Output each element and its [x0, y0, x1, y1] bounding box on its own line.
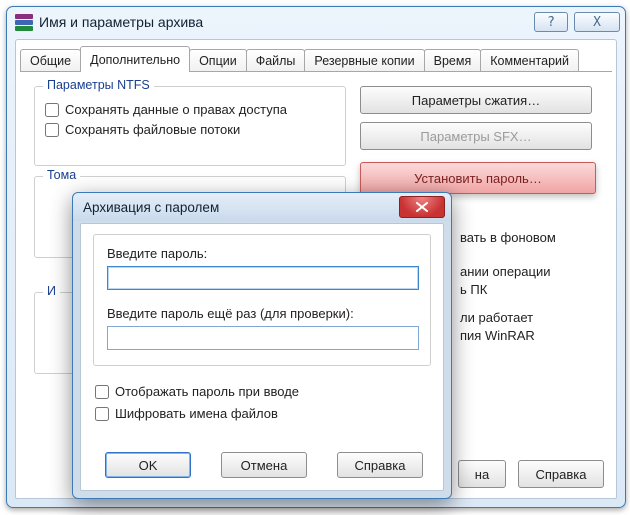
tabstrip: Общие Дополнительно Опции Файлы Резервны… [16, 40, 616, 72]
close-icon [416, 202, 428, 212]
tab-backup[interactable]: Резервные копии [304, 49, 424, 72]
checkbox-show-password-box[interactable] [95, 385, 109, 399]
ok-button[interactable]: OK [105, 452, 191, 478]
group-volumes-legend: Тома [43, 168, 80, 182]
window-title: Имя и параметры архива [39, 14, 528, 30]
password-title: Архивация с паролем [83, 200, 399, 215]
enter-password-label: Введите пароль: [107, 246, 207, 261]
password-confirm-input[interactable] [107, 326, 419, 350]
password-dialog: Архивация с паролем Введите пароль: Введ… [72, 192, 452, 499]
password-titlebar[interactable]: Архивация с паролем [73, 193, 451, 221]
group-ntfs-legend: Параметры NTFS [43, 78, 154, 92]
tab-files[interactable]: Файлы [246, 49, 306, 72]
cancel-button[interactable]: Отмена [221, 452, 307, 478]
help-button[interactable]: ? [534, 12, 568, 32]
tab-comment[interactable]: Комментарий [480, 49, 579, 72]
close-button[interactable]: X [574, 12, 620, 32]
confirm-password-label: Введите пароль ещё раз (для проверки): [107, 306, 354, 321]
tab-advanced[interactable]: Дополнительно [80, 46, 190, 72]
password-input[interactable] [107, 266, 419, 290]
checkbox-encrypt-names-box[interactable] [95, 407, 109, 421]
set-password-button[interactable]: Установить пароль… [360, 162, 596, 194]
op-text-fragment-2: ь ПК [460, 282, 487, 297]
sfx-params-button: Параметры SFX… [360, 122, 592, 150]
titlebar[interactable]: Имя и параметры архива ? X [7, 7, 625, 37]
checkbox-save-rights[interactable]: Сохранять данные о правах доступа [45, 102, 335, 117]
password-client: Введите пароль: Введите пароль ещё раз (… [80, 223, 444, 491]
winrar-icon [15, 13, 33, 31]
checkbox-save-streams-box[interactable] [45, 123, 59, 137]
checkbox-save-rights-label: Сохранять данные о правах доступа [65, 102, 287, 117]
checkbox-save-rights-box[interactable] [45, 103, 59, 117]
password-close-button[interactable] [399, 196, 445, 218]
checkbox-show-password[interactable]: Отображать пароль при вводе [95, 384, 299, 399]
checkbox-save-streams[interactable]: Сохранять файловые потоки [45, 122, 335, 137]
footer-button-fragment[interactable]: на [458, 460, 506, 488]
bg-text-fragment: вать в фоновом [460, 230, 556, 245]
tab-options[interactable]: Опции [189, 49, 247, 72]
password-help-button[interactable]: Справка [337, 452, 423, 478]
wr-text-fragment-1: ли работает [460, 310, 533, 325]
op-text-fragment-1: ании операции [460, 264, 550, 279]
group-ntfs: Параметры NTFS Сохранять данные о правах… [34, 86, 346, 166]
checkbox-show-password-label: Отображать пароль при вводе [115, 384, 299, 399]
checkbox-encrypt-names-label: Шифровать имена файлов [115, 406, 278, 421]
checkbox-save-streams-label: Сохранять файловые потоки [65, 122, 240, 137]
compression-params-button[interactable]: Параметры сжатия… [360, 86, 592, 114]
group-info-legend: И [43, 284, 60, 298]
checkbox-encrypt-names[interactable]: Шифровать имена файлов [95, 406, 278, 421]
tab-general[interactable]: Общие [20, 49, 81, 72]
tab-time[interactable]: Время [424, 49, 482, 72]
wr-text-fragment-2: пия WinRAR [460, 328, 535, 343]
help-footer-button[interactable]: Справка [518, 460, 604, 488]
